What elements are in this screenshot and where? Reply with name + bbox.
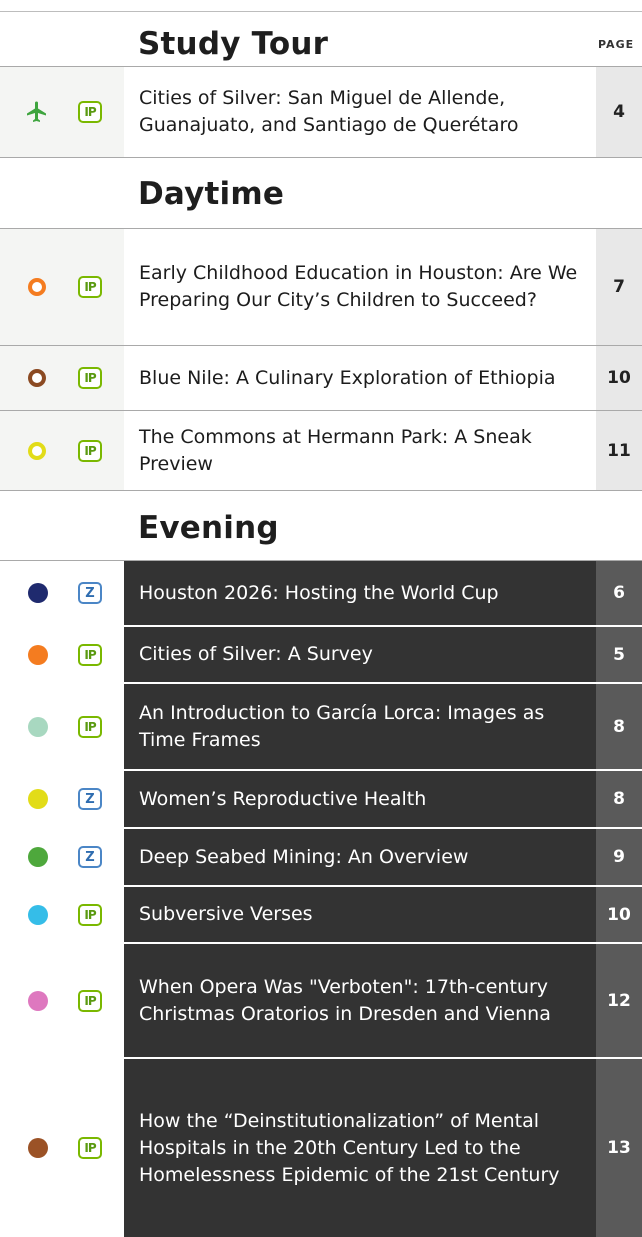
row-icon-cell: IP — [0, 684, 124, 769]
list-item-daytime-0[interactable]: IP Early Childhood Education in Houston:… — [0, 229, 642, 345]
page-number: 13 — [596, 1059, 642, 1237]
row-icon-cell: IP — [0, 229, 124, 345]
course-title[interactable]: Cities of Silver: A Survey — [124, 627, 596, 682]
page-number: 5 — [596, 627, 642, 682]
row-icon-cell: IP — [0, 1059, 124, 1237]
in-person-icon: IP — [78, 367, 102, 389]
zoom-icon: Z — [78, 846, 102, 868]
list-item-evening-3[interactable]: Z Women’s Reproductive Health 8 — [0, 771, 642, 827]
orange-ring-icon — [28, 278, 46, 296]
page-column-label: PAGE — [598, 38, 635, 51]
divider — [0, 157, 642, 158]
course-title[interactable]: The Commons at Hermann Park: A Sneak Pre… — [124, 411, 596, 490]
cyan-dot-icon — [28, 904, 48, 925]
course-title[interactable]: Subversive Verses — [124, 887, 596, 942]
list-item-evening-0[interactable]: Z Houston 2026: Hosting the World Cup 6 — [0, 561, 642, 625]
yellow-dot-icon — [28, 789, 48, 809]
row-icon-cell: IP — [0, 944, 124, 1057]
brown-dot-icon — [28, 1138, 48, 1158]
section-heading-daytime: Daytime — [138, 176, 285, 212]
in-person-icon: IP — [78, 276, 102, 298]
section-heading-study-tour: Study Tour — [138, 26, 329, 62]
page-number: 8 — [596, 771, 642, 827]
in-person-icon: IP — [78, 101, 102, 123]
row-icon-cell: IP — [0, 67, 124, 157]
mint-dot-icon — [28, 716, 48, 737]
page-number: 11 — [596, 411, 642, 490]
course-title[interactable]: An Introduction to García Lorca: Images … — [124, 684, 596, 769]
row-icon-cell: IP — [0, 411, 124, 490]
in-person-icon: IP — [78, 903, 102, 926]
pink-dot-icon — [28, 990, 48, 1011]
page-number: 12 — [596, 944, 642, 1057]
list-item-evening-2[interactable]: IP An Introduction to García Lorca: Imag… — [0, 684, 642, 769]
course-title[interactable]: How the “Deinstitutionalization” of Ment… — [124, 1059, 596, 1237]
top-rule — [0, 11, 642, 12]
page-number: 10 — [596, 887, 642, 942]
course-title[interactable]: Women’s Reproductive Health — [124, 771, 596, 827]
divider — [0, 490, 642, 491]
in-person-icon: IP — [78, 643, 102, 666]
row-icon-cell: Z — [0, 561, 124, 625]
yellow-ring-icon — [28, 441, 46, 460]
section-heading-evening: Evening — [138, 510, 279, 546]
in-person-icon: IP — [78, 1137, 102, 1159]
row-icon-cell: IP — [0, 887, 124, 942]
page-number: 4 — [596, 67, 642, 157]
row-icon-cell: Z — [0, 829, 124, 885]
airplane-icon — [27, 101, 46, 122]
list-item-evening-7[interactable]: IP How the “Deinstitutionalization” of M… — [0, 1059, 642, 1237]
list-item-daytime-2[interactable]: IP The Commons at Hermann Park: A Sneak … — [0, 411, 642, 490]
brown-ring-icon — [28, 369, 46, 387]
course-title[interactable]: Deep Seabed Mining: An Overview — [124, 829, 596, 885]
page-number: 6 — [596, 561, 642, 625]
page-number: 7 — [596, 229, 642, 345]
orange-dot-icon — [28, 644, 48, 665]
course-title[interactable]: Blue Nile: A Culinary Exploration of Eth… — [124, 346, 596, 410]
row-icon-cell: IP — [0, 346, 124, 410]
course-title[interactable]: Cities of Silver: San Miguel de Allende,… — [124, 67, 596, 157]
green-dot-icon — [28, 847, 48, 867]
list-item-evening-4[interactable]: Z Deep Seabed Mining: An Overview 9 — [0, 829, 642, 885]
course-title[interactable]: Early Childhood Education in Houston: Ar… — [124, 229, 596, 345]
list-item-evening-6[interactable]: IP When Opera Was "Verboten": 17th-centu… — [0, 944, 642, 1057]
in-person-icon: IP — [78, 439, 102, 462]
row-icon-cell: Z — [0, 771, 124, 827]
zoom-icon: Z — [78, 788, 102, 810]
course-title[interactable]: When Opera Was "Verboten": 17th-century … — [124, 944, 596, 1057]
zoom-icon: Z — [78, 582, 102, 604]
list-item-evening-5[interactable]: IP Subversive Verses 10 — [0, 887, 642, 942]
page-number: 8 — [596, 684, 642, 769]
list-item-study-tour-0[interactable]: IP Cities of Silver: San Miguel de Allen… — [0, 67, 642, 157]
navy-dot-icon — [28, 583, 48, 603]
course-title[interactable]: Houston 2026: Hosting the World Cup — [124, 561, 596, 625]
in-person-icon: IP — [78, 715, 102, 738]
row-icon-cell: IP — [0, 627, 124, 682]
page-number: 10 — [596, 346, 642, 410]
list-item-evening-1[interactable]: IP Cities of Silver: A Survey 5 — [0, 627, 642, 682]
page-number: 9 — [596, 829, 642, 885]
list-item-daytime-1[interactable]: IP Blue Nile: A Culinary Exploration of … — [0, 346, 642, 410]
in-person-icon: IP — [78, 989, 102, 1012]
